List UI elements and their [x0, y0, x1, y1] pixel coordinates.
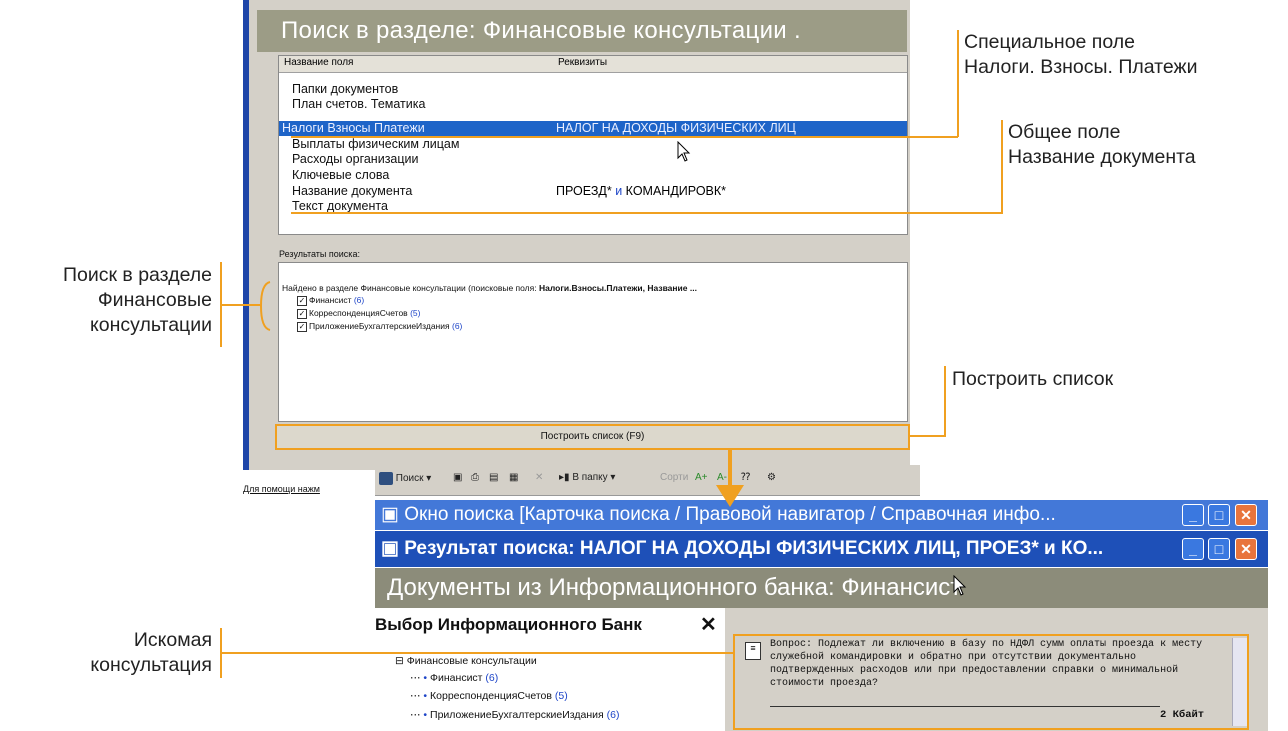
- result-window-titlebar[interactable]: ▣ Результат поиска: НАЛОГ НА ДОХОДЫ ФИЗИ…: [375, 531, 1268, 567]
- field-row-keywords[interactable]: Ключевые слова: [292, 168, 389, 182]
- found-item[interactable]: ✓ КорреспонденцияСчетов (5): [297, 308, 420, 319]
- arrow-shaft: [728, 450, 732, 488]
- found-item[interactable]: ✓ ПриложениеБухгалтерскиеИздания (6): [297, 321, 462, 332]
- close-icon[interactable]: ✕: [1235, 504, 1257, 526]
- document-icon: ≡: [745, 642, 761, 660]
- bracket-icon: [259, 281, 271, 331]
- checkbox-icon[interactable]: ✓: [297, 295, 307, 306]
- main-toolbar: Поиск ▾ ▣ ⎙ ▤ ▦ ✕ ▸▮ В папку ▾ Сорти A+ …: [375, 465, 920, 496]
- docname-requisite-value: ПРОЕЗД* и КОМАНДИРОВК*: [556, 184, 727, 198]
- search-window-icon: [379, 472, 393, 485]
- annotation-target: Искомая консультация: [90, 629, 212, 676]
- leader-line: [884, 136, 958, 138]
- underline-docname: [291, 212, 1003, 214]
- window-icon: ▣: [381, 538, 399, 559]
- leader-line: [220, 304, 260, 306]
- minimize-icon[interactable]: _: [1182, 538, 1204, 560]
- mouse-cursor-icon: [953, 575, 967, 596]
- field-row-docname[interactable]: Название документа: [292, 184, 412, 198]
- document-question[interactable]: Вопрос: Подлежат ли включению в базу по …: [770, 638, 1220, 690]
- build-list-button[interactable]: Построить список (F9): [275, 424, 910, 450]
- export-word-icon[interactable]: ▦: [509, 472, 518, 483]
- search-window-titlebar[interactable]: ▣ Окно поиска [Карточка поиска / Правово…: [375, 500, 1268, 530]
- save-icon[interactable]: ▣: [453, 472, 462, 483]
- bank-selector-header: Выбор Информационного Банк: [375, 615, 642, 634]
- documents-title: Документы из Информационного банка: Фина…: [375, 568, 1268, 608]
- settings-icon[interactable]: ⚙: [767, 472, 776, 483]
- sort-button[interactable]: Сорти: [660, 472, 688, 483]
- leader-line: [1001, 120, 1003, 213]
- field-row-payments[interactable]: Выплаты физическим лицам: [292, 137, 459, 151]
- annotation-search-section: Поиск в разделе Финансовые консультации: [62, 264, 212, 336]
- status-bar-text: Для помощи нажм: [243, 484, 320, 494]
- field-row-folders[interactable]: Папки документов: [292, 82, 398, 96]
- underline-taxes: [291, 136, 884, 138]
- leader-line: [220, 652, 733, 654]
- font-smaller-icon[interactable]: A-: [717, 472, 727, 483]
- tree-item[interactable]: ⋯ • Финансист (6): [410, 672, 498, 684]
- preview-icon[interactable]: ▤: [489, 472, 498, 483]
- to-folder-button[interactable]: ▸▮ В папку ▾: [559, 472, 615, 483]
- minimize-icon[interactable]: _: [1182, 504, 1204, 526]
- window-icon: ▣: [381, 504, 399, 525]
- annotation-special-field: Специальное поле Налоги. Взносы. Платежи: [964, 31, 1198, 78]
- annotation-general-field: Общее поле Название документа: [1008, 121, 1196, 168]
- leader-line: [957, 30, 959, 137]
- field-row-accounts-plan[interactable]: План счетов. Тематика: [292, 97, 425, 111]
- tree-root[interactable]: ⊟ Финансовые консультации: [395, 655, 537, 667]
- print-icon[interactable]: ⎙: [471, 472, 479, 483]
- tree-item[interactable]: ⋯ • КорреспонденцияСчетов (5): [410, 690, 568, 702]
- vertical-scrollbar[interactable]: [1232, 638, 1247, 726]
- help-icon[interactable]: ⁇: [741, 472, 750, 483]
- taxes-requisite-value: НАЛОГ НА ДОХОДЫ ФИЗИЧЕСКИХ ЛИЦ: [556, 121, 796, 135]
- mouse-cursor-icon: [677, 141, 691, 162]
- delete-icon[interactable]: ✕: [535, 472, 543, 483]
- found-summary: Найдено в разделе Финансовые консультаци…: [282, 283, 697, 293]
- document-size: 2 Кбайт: [1160, 709, 1205, 721]
- maximize-icon[interactable]: □: [1208, 538, 1230, 560]
- search-section-title: Поиск в разделе: Финансовые консультации…: [257, 10, 907, 52]
- found-item[interactable]: ✓ Финансист (6): [297, 295, 364, 306]
- leader-line: [910, 435, 946, 437]
- column-field-name[interactable]: Название поля: [284, 57, 353, 68]
- arrow-down-icon: [716, 485, 744, 507]
- checkbox-icon[interactable]: ✓: [297, 321, 307, 332]
- column-requisites[interactable]: Реквизиты: [558, 57, 607, 68]
- annotation-build-list: Построить список: [952, 368, 1114, 390]
- field-row-taxes[interactable]: Налоги Взносы Платежи: [282, 121, 425, 135]
- divider: [770, 706, 1160, 707]
- leader-line: [944, 366, 946, 436]
- maximize-icon[interactable]: □: [1208, 504, 1230, 526]
- checkbox-icon[interactable]: ✓: [297, 308, 307, 319]
- results-label: Результаты поиска:: [279, 249, 360, 259]
- font-larger-icon[interactable]: A+: [695, 472, 708, 483]
- close-icon[interactable]: ✕: [700, 612, 717, 637]
- search-toolbar-button[interactable]: Поиск ▾: [379, 472, 431, 485]
- field-row-expenses[interactable]: Расходы организации: [292, 152, 419, 166]
- field-row-doctext[interactable]: Текст документа: [292, 199, 388, 213]
- tree-item[interactable]: ⋯ • ПриложениеБухгалтерскиеИздания (6): [410, 709, 619, 721]
- close-icon[interactable]: ✕: [1235, 538, 1257, 560]
